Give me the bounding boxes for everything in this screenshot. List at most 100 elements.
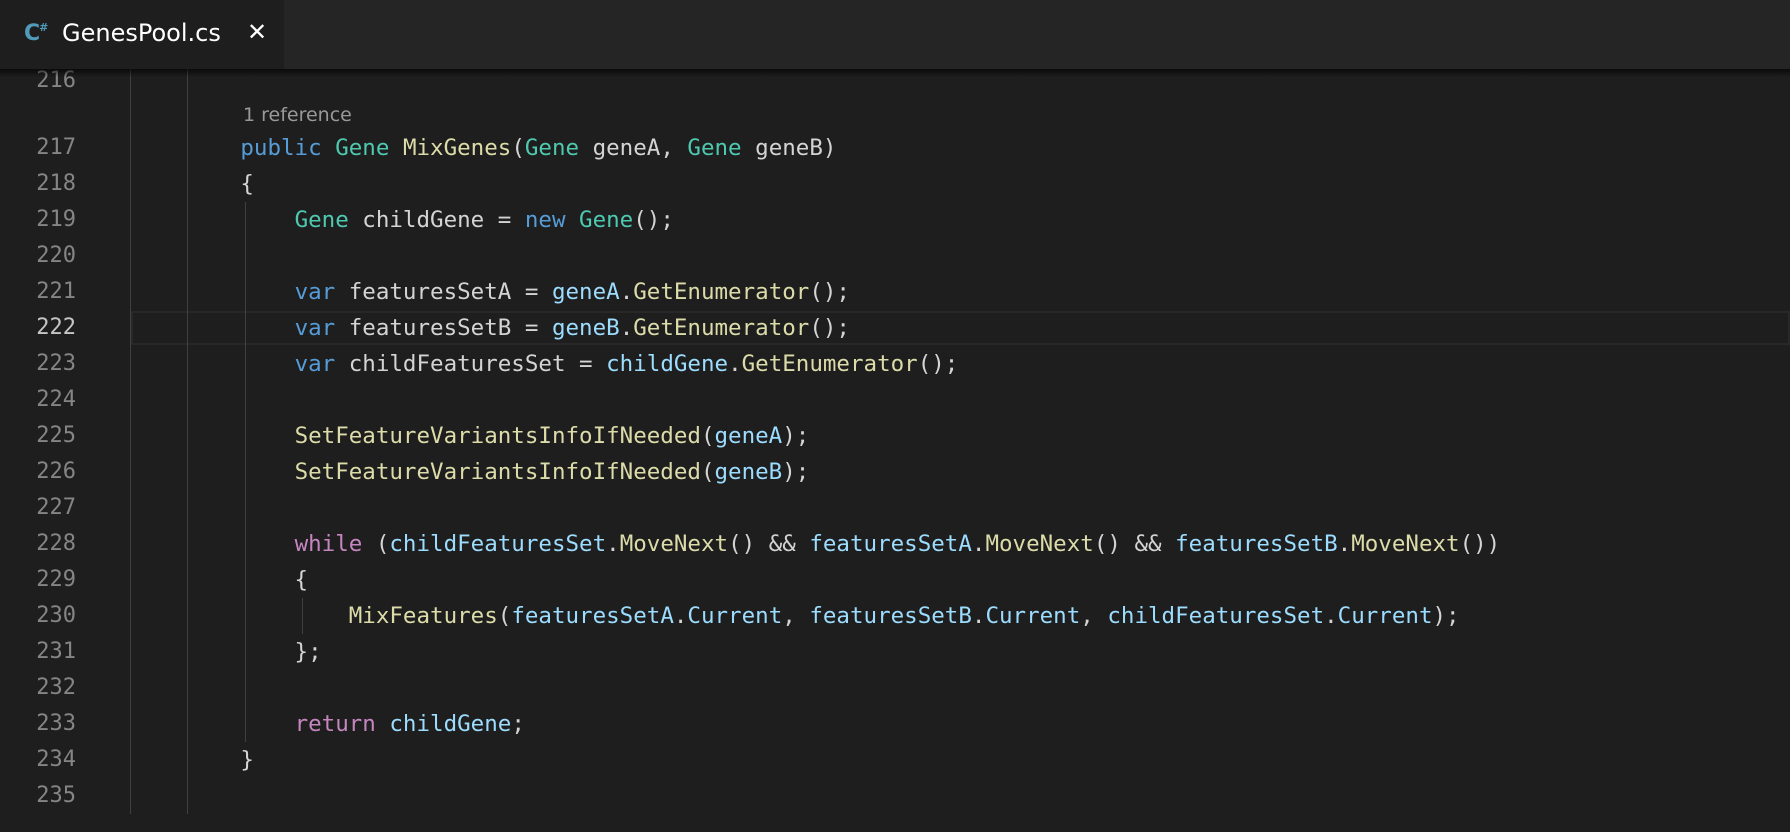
code-token: . [619, 279, 634, 305]
line-number: 224 [36, 387, 76, 412]
line-code: { [132, 562, 309, 598]
code-token: (); [809, 315, 850, 341]
code-line[interactable]: 217 public Gene MixGenes(Gene geneA, Gen… [0, 130, 1790, 166]
line-code: } [132, 742, 254, 778]
code-line[interactable]: 234 } [0, 742, 1790, 778]
tab-title: GenesPool.cs [62, 19, 221, 47]
line-number: 234 [36, 747, 76, 772]
line-code: while (childFeaturesSet.MoveNext() && fe… [132, 526, 1501, 562]
code-line[interactable]: 218 { [0, 166, 1790, 202]
line-code: SetFeatureVariantsInfoIfNeeded(geneA); [132, 418, 810, 454]
code-token: childFeaturesSet [389, 531, 607, 557]
code-token: GetEnumerator [633, 315, 810, 341]
code-line[interactable]: 221 var featuresSetA = geneA.GetEnumerat… [0, 274, 1790, 310]
code-line[interactable]: 228 while (childFeaturesSet.MoveNext() &… [0, 526, 1790, 562]
codelens-references[interactable]: 1 reference [243, 99, 352, 131]
code-line[interactable]: 226 SetFeatureVariantsInfoIfNeeded(geneB… [0, 454, 1790, 490]
code-token: . [728, 351, 742, 377]
code-token: childGene [606, 351, 729, 377]
code-token: childGene = [348, 207, 525, 233]
line-number: 230 [36, 603, 76, 628]
code-line[interactable]: 222 var featuresSetB = geneB.GetEnumerat… [0, 310, 1790, 346]
code-token: () && [728, 531, 810, 557]
line-number: 217 [36, 135, 76, 160]
code-token: childGene [389, 711, 512, 737]
close-icon[interactable]: ✕ [247, 18, 267, 46]
code-line[interactable]: 219 Gene childGene = new Gene(); [0, 202, 1790, 238]
code-token: ; [511, 711, 525, 737]
code-token: geneA, [579, 135, 688, 161]
code-line[interactable]: 224 [0, 382, 1790, 418]
code-line[interactable]: 227 [0, 490, 1790, 526]
code-token: GetEnumerator [741, 351, 918, 377]
code-token: , [1080, 603, 1108, 629]
code-line[interactable]: 223 var childFeaturesSet = childGene.Get… [0, 346, 1790, 382]
line-code: var featuresSetA = geneA.GetEnumerator()… [132, 274, 850, 310]
code-line[interactable]: 229 { [0, 562, 1790, 598]
line-number: 225 [36, 423, 76, 448]
code-line[interactable]: 233 return childGene; [0, 706, 1790, 742]
code-token: . [619, 315, 634, 341]
code-token: Gene [294, 207, 349, 233]
line-code: }; [132, 634, 322, 670]
code-token: new [524, 207, 566, 233]
code-line[interactable]: 230 MixFeatures(featuresSetA.Current, fe… [0, 598, 1790, 634]
line-number: 231 [36, 639, 76, 664]
line-number: 219 [36, 207, 76, 232]
code-token: ( [497, 603, 512, 629]
code-token: featuresSetA = [335, 279, 552, 305]
line-number: 226 [36, 459, 76, 484]
csharp-file-icon: C# [24, 21, 48, 46]
code-token: ); [782, 459, 810, 485]
code-token: return [294, 711, 376, 737]
code-line[interactable]: 216 [0, 69, 1790, 99]
line-number: 228 [36, 531, 76, 556]
code-line[interactable]: 225 SetFeatureVariantsInfoIfNeeded(geneA… [0, 418, 1790, 454]
code-token: MixGenes [402, 135, 512, 161]
code-token: ()) [1459, 531, 1501, 557]
tab-genespool-cs[interactable]: C# GenesPool.cs ✕ [0, 0, 284, 69]
code-token: geneA [551, 279, 620, 305]
code-token: featuresSetA [809, 531, 972, 557]
line-code: var childFeaturesSet = childGene.GetEnum… [132, 346, 959, 382]
line-code: { [132, 166, 254, 202]
code-line[interactable]: 235 [0, 778, 1790, 814]
line-number: 221 [36, 279, 76, 304]
line-number: 235 [36, 783, 76, 808]
code-token: featuresSetB = [335, 315, 552, 341]
code-token: ( [700, 423, 715, 449]
code-token: SetFeatureVariantsInfoIfNeeded [294, 459, 701, 485]
code-token: MixFeatures [348, 603, 498, 629]
code-line[interactable]: 220 [0, 238, 1790, 274]
code-token: GetEnumerator [633, 279, 810, 305]
code-token: var [294, 351, 336, 377]
indent-guide [187, 69, 188, 814]
line-code: return childGene; [132, 706, 525, 742]
code-token: ( [700, 459, 715, 485]
code-token: ( [511, 135, 525, 161]
code-editor[interactable]: 1 reference 216 217 public Gene MixGenes(… [0, 69, 1790, 832]
code-token: . [1324, 603, 1338, 629]
code-line[interactable]: 232 [0, 670, 1790, 706]
code-token: Current [687, 603, 783, 629]
code-token: . [673, 603, 688, 629]
code-token: Gene [579, 207, 634, 233]
code-token: } [132, 747, 254, 773]
line-code: Gene childGene = new Gene(); [132, 202, 674, 238]
line-code: MixFeatures(featuresSetA.Current, featur… [132, 598, 1460, 634]
code-token: Gene [687, 135, 742, 161]
editor-tab-bar: C# GenesPool.cs ✕ [0, 0, 1790, 69]
code-line[interactable]: 231 }; [0, 634, 1790, 670]
code-token: { [132, 171, 254, 197]
line-number: 220 [36, 243, 76, 268]
